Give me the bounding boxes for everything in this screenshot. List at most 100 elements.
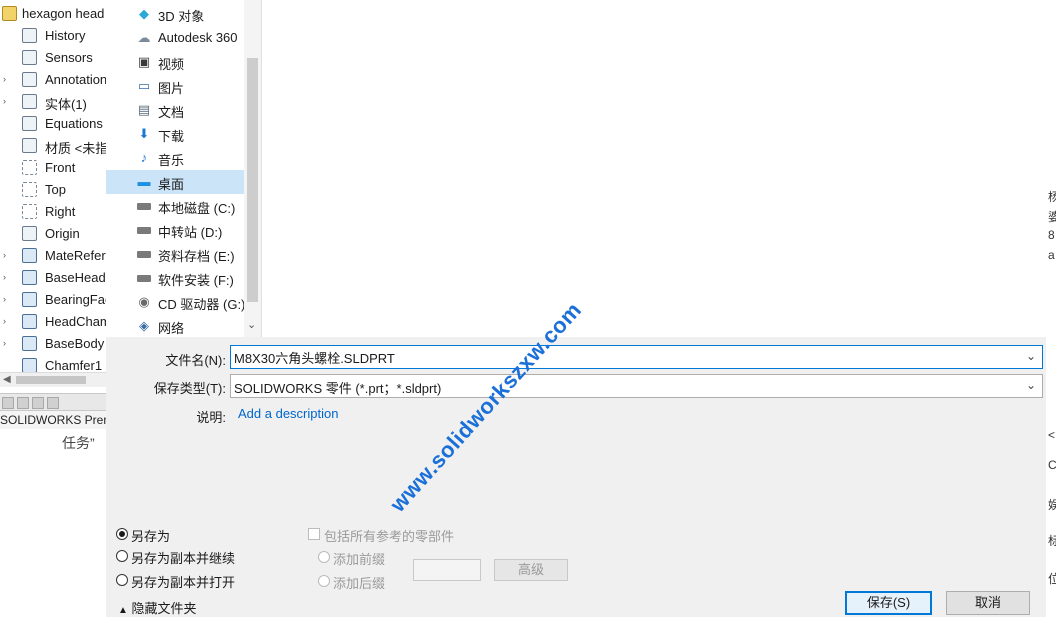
tree-item[interactable]: › MateRefer [0,245,106,267]
add-description-link[interactable]: Add a description [238,406,338,421]
save-copy-continue-label: 另存为副本并继续 [131,551,236,566]
nav-item[interactable]: 中转站 (D:) [106,218,244,242]
expand-arrow-icon[interactable]: › [3,272,6,282]
tree-horizontal-scrollbar[interactable]: ◀ [0,372,106,387]
tree-item[interactable]: Equations [0,113,106,135]
tab-nav-next-icon[interactable] [32,397,44,409]
task-text: 任务” [62,435,95,451]
tree-item[interactable]: Right [0,201,106,223]
tree-item[interactable]: › HeadCham [0,311,106,333]
file-type-value: SOLIDWORKS 零件 (*.prt；*.sldprt) [234,381,442,396]
scroll-thumb[interactable] [16,376,86,384]
tab-nav-prev-icon[interactable] [17,397,29,409]
tree-item-label: Origin [45,226,80,241]
tree-item-label: BaseHead [45,270,106,285]
chevron-down-icon[interactable]: ⌄ [247,318,256,331]
tree-item[interactable]: Top [0,179,106,201]
drive-icon [137,251,151,258]
nav-item[interactable]: ☁ Autodesk 360 [106,26,244,50]
tree-item-label: Sensors [45,50,93,65]
tree-root[interactable]: hexagon head [0,3,106,25]
add-prefix-radio[interactable] [318,551,330,563]
tree-item[interactable]: › BearingFac [0,289,106,311]
tree-item-label: MateRefer [45,248,106,263]
nav-item[interactable]: 本地磁盘 (C:) [106,194,244,218]
tree-item-label: BaseBody [45,336,105,351]
feature-icon [22,358,37,373]
filename-input[interactable] [234,348,1014,366]
save-as-radio[interactable] [116,528,128,540]
nav-item-label: 3D 对象 [158,9,205,24]
save-button[interactable]: 保存(S) [845,591,932,615]
feature-icon [22,292,37,307]
tree-item[interactable]: 材质 <未指 [0,135,106,157]
cloud-icon: ☁ [137,30,151,45]
nav-item[interactable]: ▬ 桌面 [106,170,244,194]
tree-item-label: HeadCham [45,314,106,329]
file-list-pane[interactable] [262,0,1046,337]
feature-icon [22,270,37,285]
cancel-button[interactable]: 取消 [946,591,1030,615]
nav-item[interactable]: ◆ 3D 对象 [106,2,244,26]
expand-arrow-icon[interactable]: › [3,338,6,348]
nav-scroll-thumb[interactable] [247,58,258,302]
nav-item-label: Autodesk 360 [158,30,238,45]
advanced-button[interactable]: 高级 [494,559,568,581]
navigation-pane: ◆ 3D 对象 ☁ Autodesk 360 ▣ 视频 ▭ 图片 ▤ 文档 ⬇ 下载 ♪ 音乐 ▬ 桌面 本地磁… [106,0,262,337]
expand-arrow-icon[interactable]: › [3,294,6,304]
nav-item[interactable]: ▭ 图片 [106,74,244,98]
nav-item-label: 视频 [158,57,185,72]
plane-icon [22,204,37,219]
background-glyph: 标 [1048,534,1056,548]
tree-item-label: 材质 <未指 [45,141,106,156]
music-icon: ♪ [140,150,148,165]
tree-item-label: Equations [45,116,103,131]
video-icon: ▣ [137,54,151,69]
background-glyph: 8 [1048,228,1055,242]
nav-item[interactable]: ◉ CD 驱动器 (G:) [106,290,245,314]
nav-item[interactable]: ◈ 网络 [106,314,244,338]
tree-item[interactable]: › BaseBody [0,333,106,355]
tree-item[interactable]: History [0,25,106,47]
expand-arrow-icon[interactable]: › [3,96,6,106]
chevron-down-icon[interactable]: ⌄ [1026,378,1036,392]
filename-field[interactable]: ⌄ [230,345,1043,369]
tree-item[interactable]: Front [0,157,106,179]
nav-vertical-scrollbar[interactable]: ⌄ [244,0,261,337]
feature-icon [22,314,37,329]
scroll-left-icon[interactable]: ◀ [3,374,11,385]
expand-arrow-icon[interactable]: › [3,250,6,260]
nav-item[interactable]: ▣ 视频 [106,50,244,74]
tree-item[interactable]: Origin [0,223,106,245]
nav-item-label: 资料存档 (E:) [158,249,235,264]
background-glyph: 位 [1048,572,1056,586]
nav-item[interactable]: ▤ 文档 [106,98,244,122]
tree-item-label: Annotation [45,72,106,87]
nav-item[interactable]: ♪ 音乐 [106,146,244,170]
network-icon: ◈ [139,318,149,333]
nav-item-label: 桌面 [158,177,185,192]
chevron-down-icon[interactable]: ⌄ [1026,349,1036,363]
tree-item[interactable]: › BaseHead [0,267,106,289]
tab-nav-last-icon[interactable] [47,397,59,409]
feature-tree: hexagon head History Sensors › Annotation › 实… [0,0,106,617]
nav-item[interactable]: 资料存档 (E:) [106,242,244,266]
expand-arrow-icon[interactable]: › [3,316,6,326]
tree-item[interactable]: Sensors [0,47,106,69]
tab-nav-first-icon[interactable] [2,397,14,409]
nav-item[interactable]: ⬇ 下载 [106,122,244,146]
file-type-select[interactable]: SOLIDWORKS 零件 (*.prt；*.sldprt) ⌄ [230,374,1043,398]
prefix-suffix-input[interactable] [413,559,481,581]
tree-item[interactable]: › 实体(1) [0,91,106,113]
tree-node-icon [22,94,37,109]
tree-item-label: Front [45,160,76,175]
include-refs-checkbox[interactable] [308,528,320,540]
expand-arrow-icon[interactable]: › [3,74,6,84]
save-copy-open-radio[interactable] [116,574,128,586]
filename-label: 文件名(N): [165,353,226,368]
add-suffix-radio[interactable] [318,575,330,587]
nav-item[interactable]: 软件安装 (F:) [106,266,244,290]
hide-folders-toggle[interactable]: ▲ 隐藏文件夹 [118,598,197,617]
save-copy-continue-radio[interactable] [116,550,128,562]
tree-item[interactable]: › Annotation [0,69,106,91]
